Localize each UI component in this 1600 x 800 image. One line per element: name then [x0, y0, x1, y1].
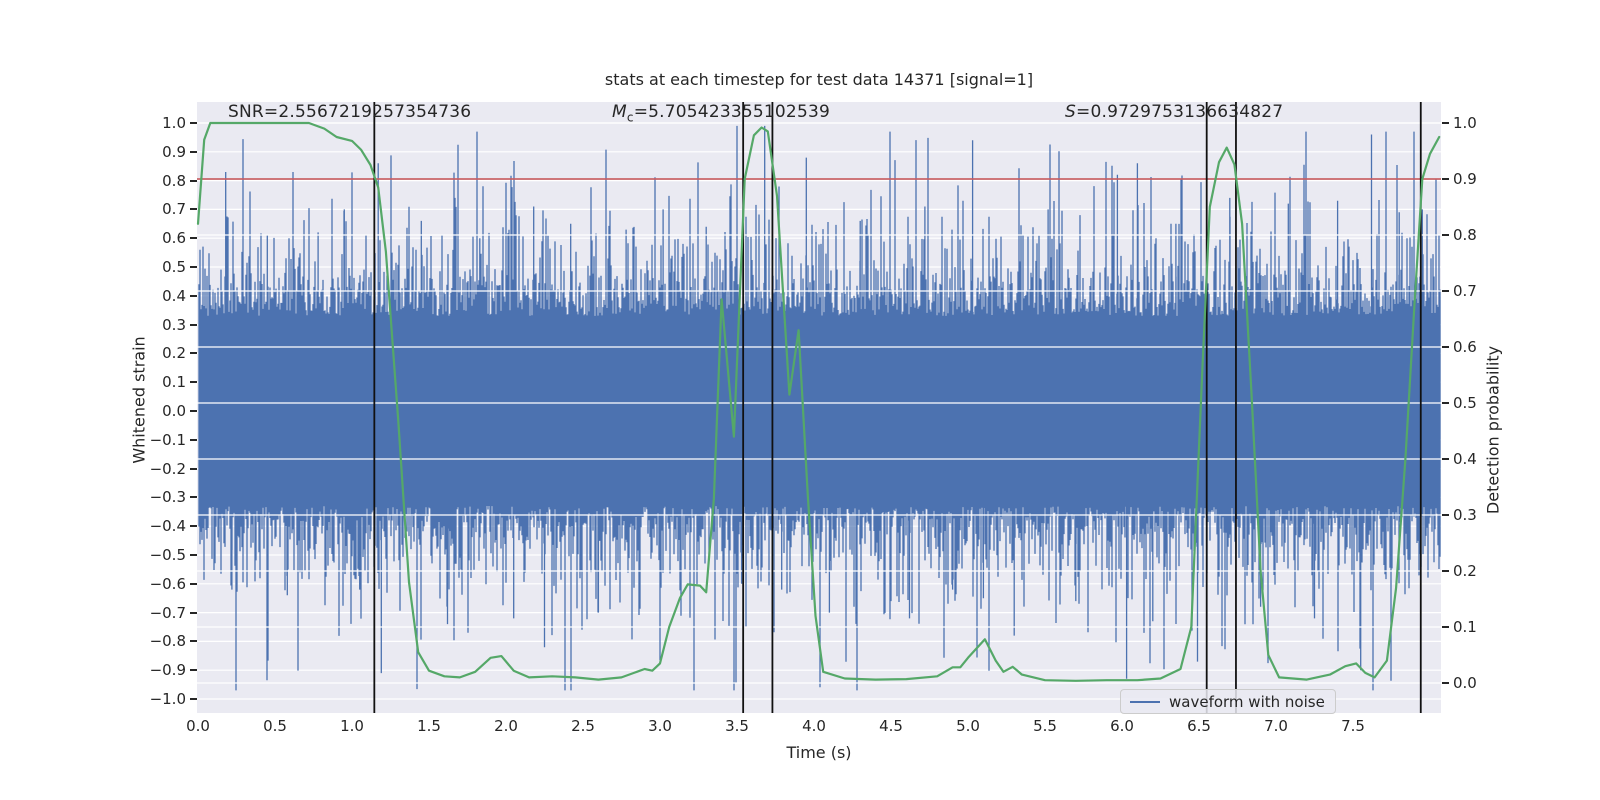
x-tick-label: 4.0	[802, 717, 826, 735]
x-tick-label: 3.5	[725, 717, 749, 735]
y-tick-mark-left	[190, 698, 197, 700]
y-tick-mark-left	[190, 266, 197, 268]
y-tick-label-left: −0.1	[149, 430, 186, 449]
y-tick-mark-left	[190, 410, 197, 412]
y-tick-label-left: −0.5	[149, 546, 186, 564]
snr-value: SNR=2.5567219257354736	[228, 102, 472, 122]
y-tick-label-left: −0.9	[149, 661, 186, 680]
y-tick-mark-left	[190, 438, 197, 441]
x-axis-label: Time (s)	[786, 743, 852, 762]
y-tick-label-left: 0.0	[162, 402, 186, 420]
y-tick-label-left: −0.3	[149, 488, 186, 507]
y-tick-label-right: 0.7	[1453, 282, 1477, 300]
y-tick-mark-left	[190, 669, 197, 672]
mc-value: =5.705423355102539	[633, 102, 830, 122]
y-tick-mark-left	[190, 150, 197, 153]
x-tick-label: 6.5	[1187, 717, 1211, 735]
legend: waveform with noise	[1120, 689, 1336, 714]
x-tick-label: 7.5	[1341, 717, 1365, 735]
y-tick-label-left: −0.6	[149, 574, 186, 593]
y-tick-label-right: 0.3	[1453, 506, 1477, 524]
y-tick-mark-right	[1442, 570, 1449, 572]
y-tick-mark-left	[190, 237, 197, 240]
x-tick-label: 1.5	[417, 717, 441, 735]
y-tick-mark-left	[190, 323, 197, 326]
x-tick-label: 5.5	[1033, 717, 1057, 735]
y-tick-mark-right	[1442, 514, 1449, 516]
y-tick-label-right: 0.8	[1453, 226, 1477, 244]
y-tick-label-left: −1.0	[149, 690, 186, 708]
s-value: =0.9729753136634827	[1076, 102, 1284, 122]
x-tick-label: 2.5	[571, 717, 595, 735]
y-tick-mark-left	[190, 582, 197, 585]
x-tick-label: 6.0	[1110, 717, 1134, 735]
y-tick-mark-right	[1442, 122, 1449, 124]
y-tick-mark-right	[1442, 626, 1449, 628]
y-tick-label-right: 0.4	[1453, 450, 1477, 468]
y-tick-mark-left	[190, 467, 197, 470]
y-tick-mark-left	[190, 294, 197, 297]
x-tick-label: 3.0	[648, 717, 672, 735]
y-tick-label-left: 0.4	[162, 286, 186, 305]
y-tick-mark-right	[1442, 178, 1449, 180]
y-tick-label-right: 0.6	[1453, 338, 1477, 356]
y-tick-label-left: −0.2	[149, 459, 186, 478]
x-tick-label: 1.0	[340, 717, 364, 735]
y-tick-mark-left	[190, 525, 197, 528]
y-tick-mark-right	[1442, 402, 1449, 404]
y-tick-mark-left	[190, 208, 197, 211]
y-tick-mark-right	[1442, 346, 1449, 348]
x-tick-label: 0.5	[263, 717, 287, 735]
annotation-snr: SNR=2.5567219257354736	[228, 102, 471, 122]
y-tick-label-left: 0.9	[162, 142, 186, 161]
y-tick-label-left: 0.8	[162, 171, 186, 190]
x-tick-label: 7.0	[1264, 717, 1288, 735]
y-tick-label-right: 0.5	[1453, 394, 1477, 412]
y-tick-mark-right	[1442, 458, 1449, 460]
x-tick-label: 4.5	[879, 717, 903, 735]
y-tick-label-left: 0.6	[162, 229, 186, 248]
y-tick-label-left: 0.5	[162, 258, 186, 276]
y-tick-mark-left	[190, 611, 197, 614]
y-tick-label-left: −0.4	[149, 517, 186, 536]
x-tick-label: 5.0	[956, 717, 980, 735]
y-tick-mark-left	[190, 381, 197, 384]
s-symbol: S	[1065, 102, 1076, 122]
y-tick-label-left: 0.7	[162, 200, 186, 219]
legend-waveform-line-icon	[1130, 700, 1160, 703]
y-tick-mark-right	[1442, 290, 1449, 292]
y-tick-mark-left	[190, 496, 197, 499]
figure: stats at each timestep for test data 143…	[0, 0, 1600, 800]
chart-title: stats at each timestep for test data 143…	[604, 70, 1034, 89]
mc-subscript: c	[626, 110, 634, 125]
y-tick-label-left: 1.0	[162, 114, 186, 132]
annotation-chirp-mass: Mc=5.705423355102539	[612, 102, 830, 124]
x-tick-label: 2.0	[494, 717, 518, 735]
y-tick-label-right: 0.2	[1453, 562, 1477, 580]
x-tick-label: 0.0	[186, 717, 210, 735]
y-tick-mark-left	[190, 640, 197, 643]
y-tick-label-left: 0.3	[162, 315, 186, 334]
y-axis-label-right: Detection probability	[1483, 345, 1503, 515]
annotation-s-stat: S=0.9729753136634827	[1065, 102, 1283, 122]
legend-waveform-label: waveform with noise	[1169, 692, 1325, 711]
y-tick-label-left: 0.2	[162, 344, 186, 363]
y-tick-mark-left	[190, 554, 197, 556]
y-tick-label-right: 0.1	[1453, 618, 1477, 636]
y-tick-label-left: 0.1	[162, 373, 186, 392]
y-tick-label-right: 1.0	[1453, 114, 1477, 132]
y-tick-mark-right	[1442, 682, 1449, 684]
y-tick-label-right: 0.0	[1453, 674, 1477, 692]
y-tick-label-left: −0.8	[149, 632, 186, 651]
mc-symbol: M	[612, 102, 627, 122]
y-tick-mark-left	[190, 179, 197, 182]
y-tick-mark-left	[190, 122, 197, 124]
y-tick-mark-right	[1442, 234, 1449, 236]
y-tick-label-left: −0.7	[149, 603, 186, 622]
y-tick-mark-left	[190, 352, 197, 355]
y-tick-label-right: 0.9	[1453, 170, 1477, 188]
